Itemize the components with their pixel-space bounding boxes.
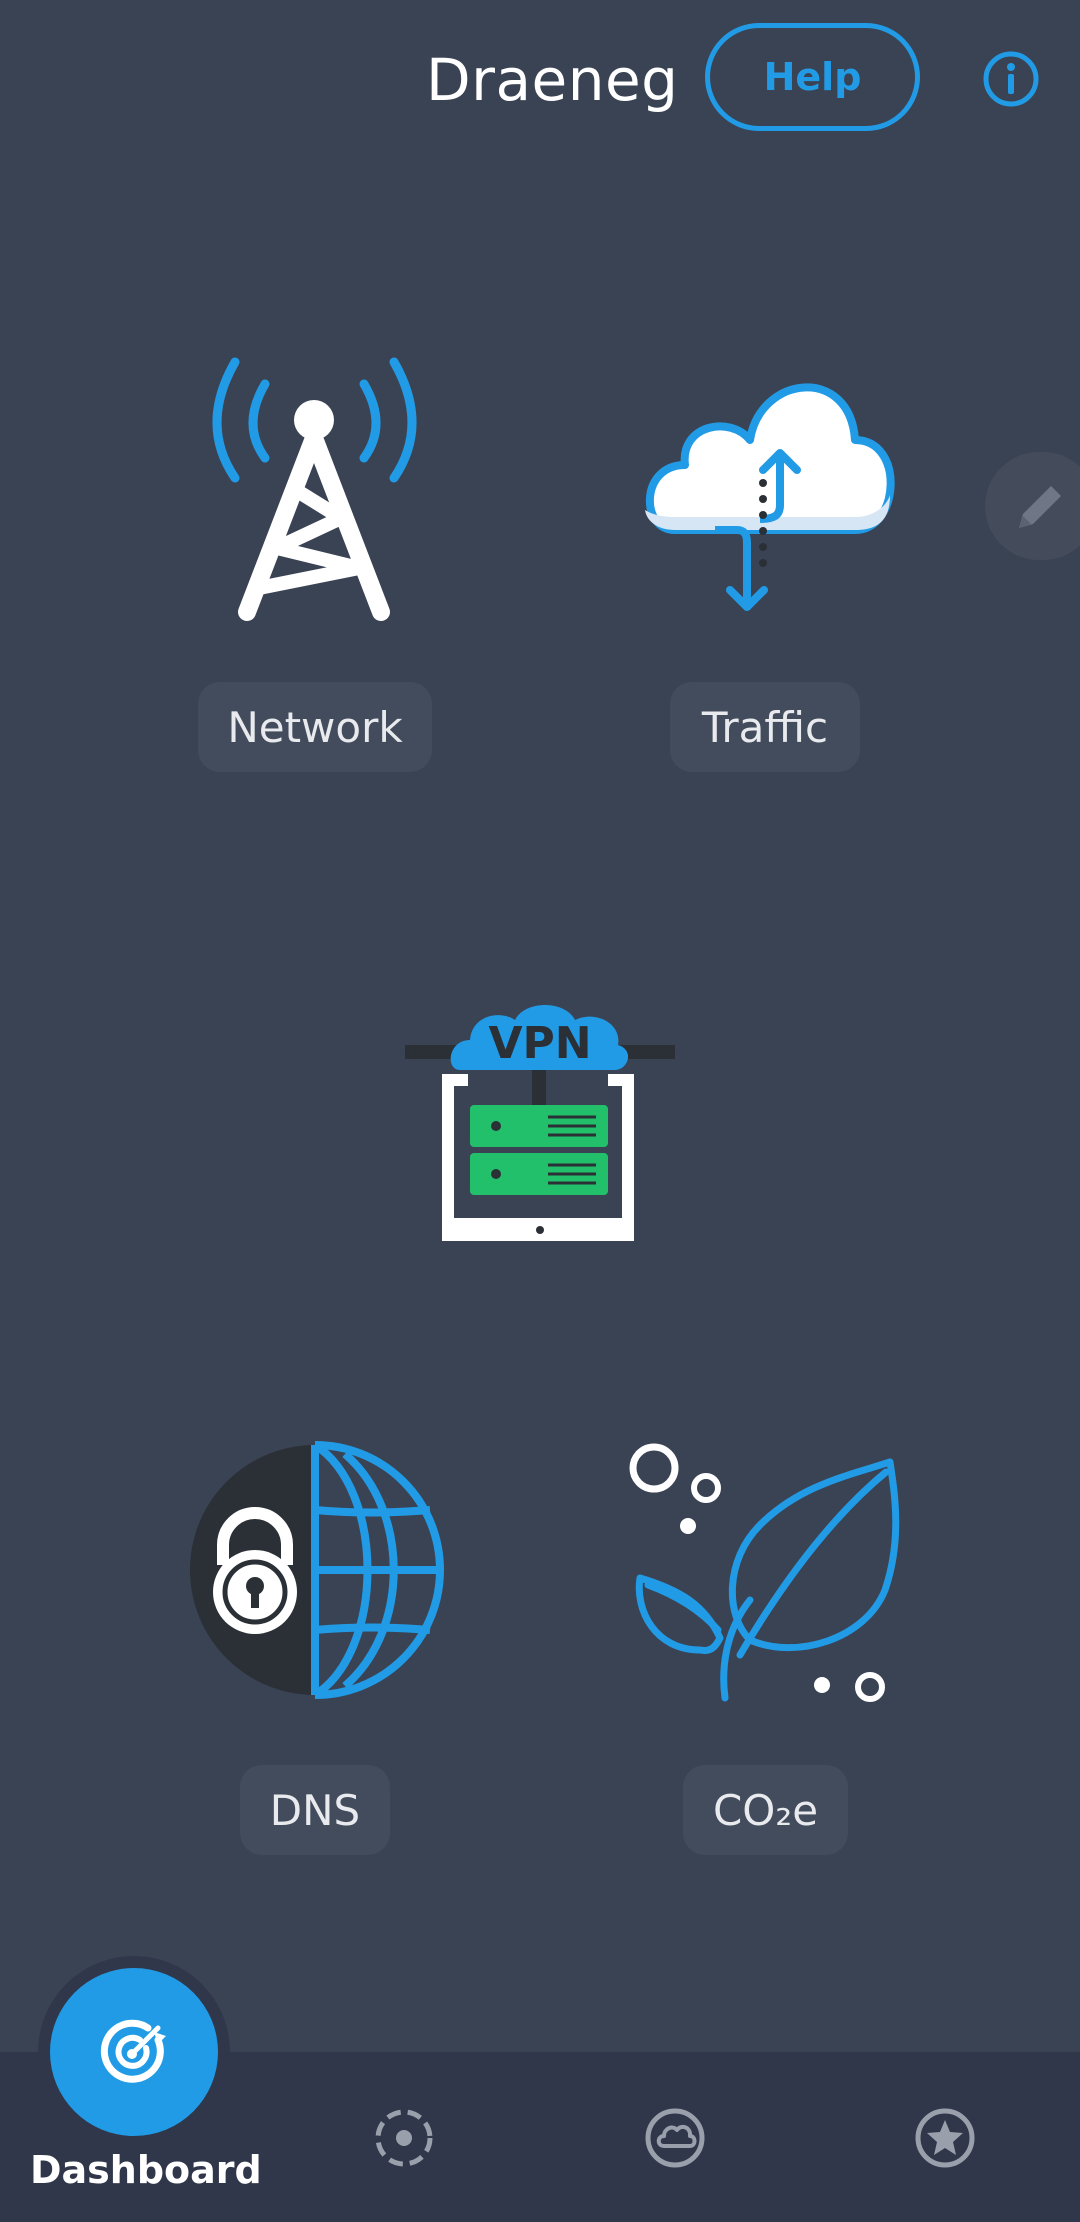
traffic-label: Traffic — [670, 682, 860, 772]
co2e-tile[interactable]: CO₂e — [620, 1440, 905, 1855]
nav-favorites[interactable] — [913, 2106, 977, 2170]
scan-icon — [375, 2109, 433, 2167]
pencil-icon — [1019, 486, 1061, 528]
app-title: Draeneg — [426, 46, 679, 114]
help-button[interactable]: Help — [705, 23, 920, 131]
star-icon — [915, 2108, 975, 2168]
cloud-icon — [645, 2108, 705, 2168]
edit-button[interactable] — [985, 452, 1080, 560]
nav-scan[interactable] — [372, 2106, 436, 2170]
leaf-icon — [629, 1443, 900, 1702]
traffic-tile[interactable]: Traffic — [630, 355, 900, 780]
vpn-tile[interactable]: VPN — [400, 965, 680, 1245]
nav-cloud[interactable] — [643, 2106, 707, 2170]
dashboard-button[interactable] — [50, 1968, 218, 2136]
vpn-cloud-text: VPN — [488, 1018, 591, 1069]
co2e-label: CO₂e — [683, 1765, 848, 1855]
network-tower-icon — [212, 357, 417, 621]
dashboard-target-icon — [100, 2019, 166, 2083]
network-tile[interactable]: Network — [195, 350, 435, 780]
dns-tile[interactable]: DNS — [185, 1440, 445, 1855]
dashboard-label[interactable]: Dashboard — [30, 2144, 262, 2196]
info-icon[interactable] — [982, 50, 1040, 108]
network-label: Network — [198, 682, 432, 772]
dns-lock-globe-icon — [190, 1441, 444, 1699]
cloud-traffic-icon — [645, 383, 895, 611]
dns-label: DNS — [240, 1765, 390, 1855]
vpn-server-icon: VPN — [405, 1005, 675, 1241]
